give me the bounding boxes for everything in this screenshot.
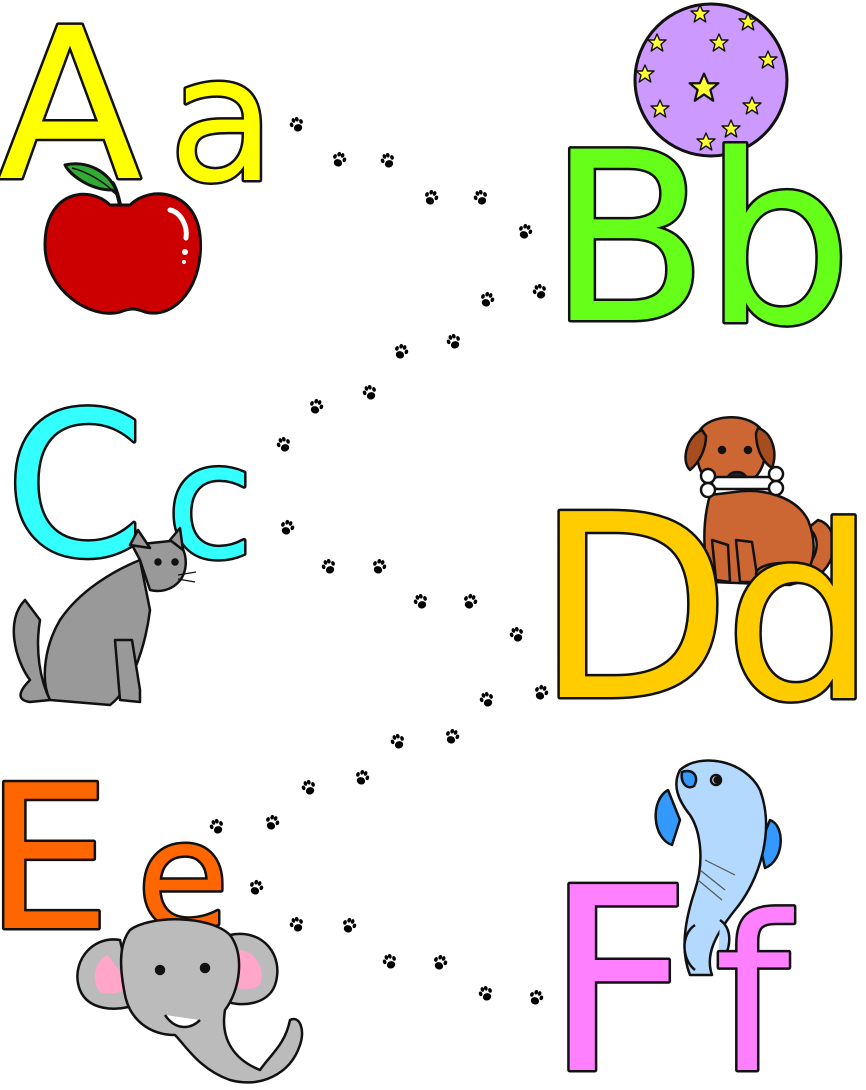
paw-print-icon — [471, 188, 490, 207]
uppercase-letter: D — [535, 461, 731, 758]
paw-print-icon — [299, 778, 318, 797]
uppercase-letter: A — [0, 0, 142, 228]
paw-print-icon — [530, 282, 549, 301]
uppercase-letter: B — [547, 103, 708, 376]
paw-print-icon — [431, 953, 450, 972]
lowercase-letter: b — [703, 105, 852, 378]
paw-print-icon — [422, 188, 441, 207]
paw-print-icon — [461, 592, 480, 611]
paw-print-icon — [388, 732, 407, 751]
paw-print-icon — [478, 290, 497, 309]
paw-print-icon — [378, 151, 397, 170]
paw-print-icon — [380, 952, 399, 971]
uppercase-letter: E — [0, 743, 111, 976]
paw-print-icon — [278, 518, 297, 537]
lowercase-letter: a — [168, 19, 275, 222]
uppercase-letter: F — [545, 834, 692, 1090]
paw-trail — [207, 115, 551, 1007]
paw-print-icon — [392, 342, 411, 361]
paw-print-icon — [411, 592, 430, 611]
letter-pair-d: D d — [532, 459, 866, 761]
paw-print-icon — [319, 557, 338, 576]
paw-print-icon — [443, 727, 462, 746]
paw-print-icon — [507, 625, 526, 644]
paw-print-icon — [330, 150, 349, 169]
paw-print-icon — [477, 690, 496, 709]
paw-print-icon — [353, 768, 372, 787]
lowercase-letter: f — [714, 870, 794, 1090]
paw-print-icon — [360, 383, 379, 402]
paw-print-icon — [340, 916, 359, 935]
letter-pair-a: A a — [0, 0, 278, 231]
paw-print-icon — [476, 984, 495, 1003]
paw-print-icon — [444, 332, 463, 351]
paw-print-icon — [274, 435, 293, 454]
paw-print-icon — [307, 397, 326, 416]
letter-pair-f: F f — [542, 832, 796, 1090]
paw-print-icon — [287, 915, 306, 934]
paw-print-icon — [287, 115, 306, 134]
elephant-icon — [76, 918, 304, 1084]
paw-print-icon — [370, 557, 389, 576]
paw-print-icon — [247, 878, 266, 897]
alphabet-trail-worksheet: A a B b C c D d E e F f — [0, 0, 866, 1090]
paw-print-icon — [516, 222, 535, 241]
paw-print-icon — [527, 988, 546, 1007]
letter-pair-b: B b — [545, 101, 855, 381]
lowercase-letter: d — [724, 475, 866, 755]
paw-print-icon — [263, 813, 282, 832]
